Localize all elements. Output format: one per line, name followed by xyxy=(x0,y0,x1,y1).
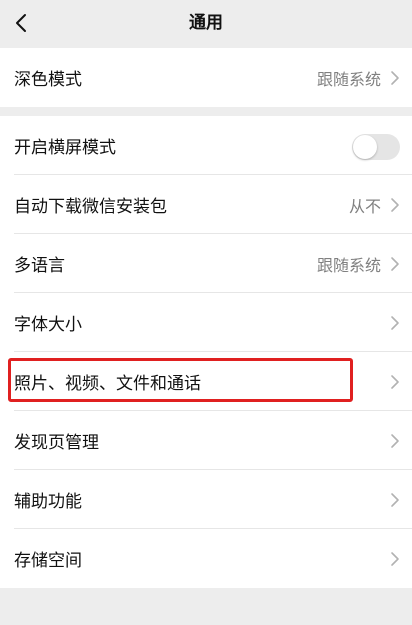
settings-item-accessibility[interactable]: 辅助功能 xyxy=(0,470,412,529)
chevron-right-icon xyxy=(391,551,399,566)
settings-item-value: 从不 xyxy=(348,196,381,216)
chevron-right-icon xyxy=(391,315,399,330)
chevron-right-icon xyxy=(391,374,399,389)
settings-item-dark-mode[interactable]: 深色模式 跟随系统 xyxy=(0,48,412,107)
settings-item-label: 存储空间 xyxy=(14,551,82,571)
chevron-right-icon xyxy=(391,70,399,85)
settings-item-label: 照片、视频、文件和通话 xyxy=(14,374,201,394)
settings-item-label: 字体大小 xyxy=(14,315,82,335)
settings-group-display: 深色模式 跟随系统 xyxy=(0,48,412,107)
settings-item-value: 跟随系统 xyxy=(316,69,381,89)
settings-item-label: 深色模式 xyxy=(14,70,82,90)
settings-item-storage[interactable]: 存储空间 xyxy=(0,529,412,588)
settings-item-discover-management[interactable]: 发现页管理 xyxy=(0,411,412,470)
settings-item-label: 发现页管理 xyxy=(14,433,99,453)
settings-group-general: 开启横屏模式 自动下载微信安装包 从不 多语言 跟随系统 字体大小 照片、视频、… xyxy=(0,116,412,588)
settings-item-media-files-calls[interactable]: 照片、视频、文件和通话 xyxy=(0,352,412,411)
toggle-knob xyxy=(353,134,377,159)
settings-item-label: 开启横屏模式 xyxy=(14,138,116,158)
chevron-right-icon xyxy=(391,256,399,271)
navigation-bar: 通用 xyxy=(0,0,412,46)
settings-item-value: 跟随系统 xyxy=(316,255,381,275)
settings-item-font-size[interactable]: 字体大小 xyxy=(0,293,412,352)
settings-item-label: 多语言 xyxy=(14,256,65,276)
landscape-mode-toggle[interactable] xyxy=(352,133,400,160)
chevron-right-icon xyxy=(391,433,399,448)
chevron-right-icon xyxy=(391,492,399,507)
settings-item-language[interactable]: 多语言 跟随系统 xyxy=(0,234,412,293)
settings-item-label: 辅助功能 xyxy=(14,492,82,512)
chevron-right-icon xyxy=(391,197,399,212)
settings-item-label: 自动下载微信安装包 xyxy=(14,197,167,217)
settings-item-auto-download[interactable]: 自动下载微信安装包 从不 xyxy=(0,175,412,234)
settings-item-landscape-mode: 开启横屏模式 xyxy=(0,116,412,175)
page-title: 通用 xyxy=(189,13,223,33)
